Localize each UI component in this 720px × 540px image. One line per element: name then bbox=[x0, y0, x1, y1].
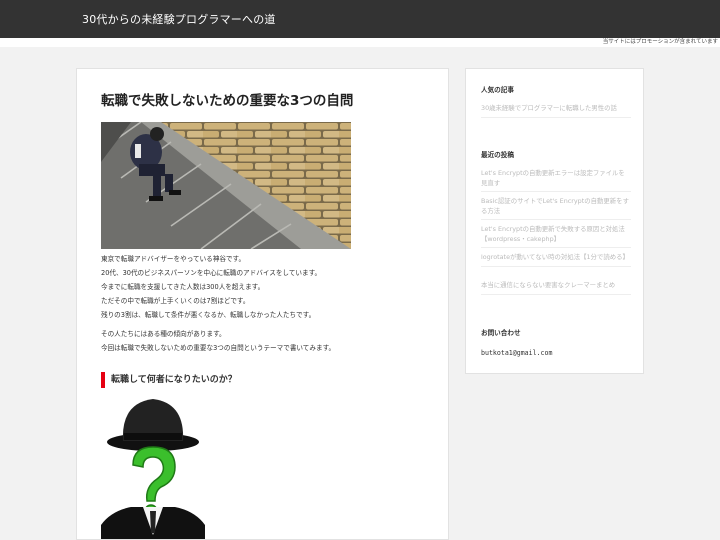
article-card: 転職で失敗しないための重要な3つの自問 東京で転職アドバイザーをやっている神谷で… bbox=[76, 68, 449, 540]
question-man-image bbox=[101, 395, 213, 539]
sidebar: 人気の記事 30歳未経験でプログラマーに転職した男性の話 最近の投稿 Let's… bbox=[465, 68, 644, 374]
popular-post-link[interactable]: 30歳未経験でプログラマーに転職した男性の話 bbox=[481, 104, 631, 118]
recent-post-link[interactable]: Let's Encryptの自動更新で失敗する原因と対処法【wordpress・… bbox=[481, 225, 631, 248]
contact-email[interactable]: butkota1@gmail.com bbox=[481, 349, 552, 357]
article-paragraph: 残りの3割は、転職して条件が悪くなるか、転職しなかった人たちです。 bbox=[101, 311, 316, 319]
popular-posts-heading: 人気の記事 bbox=[481, 86, 514, 94]
article-title: 転職で失敗しないための重要な3つの自問 bbox=[101, 93, 354, 109]
section-heading: 転職して何者になりたいのか？ bbox=[101, 372, 426, 388]
article-paragraph: 今回は転職で失敗しないための重要な3つの自問というテーマで書いてみます。 bbox=[101, 344, 336, 352]
site-title[interactable]: 30代からの未経験プログラマーへの道 bbox=[82, 11, 276, 27]
article-hero-image bbox=[101, 122, 351, 249]
contact-heading: お問い合わせ bbox=[481, 329, 521, 337]
article-paragraph: 東京で転職アドバイザーをやっている神谷です。 bbox=[101, 255, 246, 263]
recent-post-link[interactable]: Basic認証のサイトでLet's Encryptの自動更新をする方法 bbox=[481, 197, 631, 220]
recent-posts-heading: 最近の投稿 bbox=[481, 151, 514, 159]
stairs-photo bbox=[101, 122, 351, 249]
recent-post-link[interactable]: logrotateが動いてない時の対処法【1分で読める】 bbox=[481, 253, 631, 267]
bowler-hat-question-mark-illustration bbox=[101, 399, 205, 539]
promo-notice: 当サイトにはプロモーションが含まれています bbox=[602, 39, 718, 45]
recent-post-link[interactable]: 本当に通信にならない要害なクレーマーまとめ bbox=[481, 281, 631, 295]
recent-post-link[interactable]: Let's Encryptの自動更新エラーは設定ファイルを見直す bbox=[481, 169, 631, 192]
article-paragraph: その人たちにはある種の傾向があります。 bbox=[101, 330, 226, 338]
article-paragraph: 20代、30代のビジネスパーソンを中心に転職のアドバイスをしています。 bbox=[101, 269, 322, 277]
article-paragraph: 今までに転職を支援してきた人数は300人を超えます。 bbox=[101, 283, 265, 291]
article-paragraph: ただその中で転職が上手くいくのは7割ほどです。 bbox=[101, 297, 250, 305]
